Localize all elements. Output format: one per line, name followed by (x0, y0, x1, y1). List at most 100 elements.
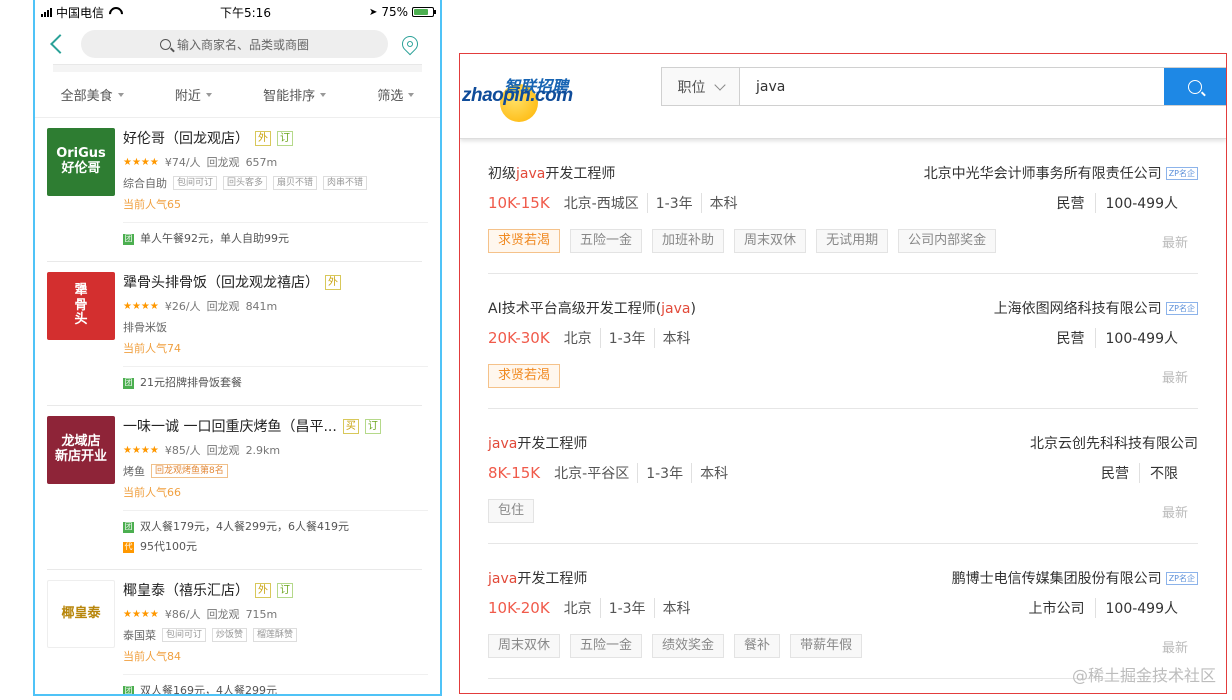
deal-item[interactable]: 团双人餐179元，4人餐299元，6人餐419元 (123, 517, 428, 537)
job-item[interactable]: AI技术平台高级开发工程师(java) 上海依图网络科技有限公司 ZP名企 20K-3… (488, 274, 1198, 409)
job-item[interactable]: 初级java开发工程师 北京中光华会计师事务所有限责任公司 ZP名企 10K-15K 北… (488, 139, 1198, 274)
company-name: 鹏博士电信传媒集团股份有限公司 (951, 571, 1162, 587)
company-meta-item: 民营 (1056, 331, 1085, 347)
job-tag: 求贤若渴 (488, 229, 561, 253)
back-icon[interactable] (50, 34, 70, 54)
job-item[interactable]: java开发工程师 鹏博士电信传媒集团股份有限公司 ZP名企 10K-20K 北京 1-3… (488, 544, 1198, 679)
salary: 8K-15K (488, 464, 541, 482)
newest-label: 最新 (1161, 236, 1188, 251)
shop-meta: ★★★★ ¥26/人 回龙观 841m (123, 298, 428, 314)
company-name: 北京中光华会计师事务所有限责任公司 (923, 166, 1162, 182)
shop-price: ¥85/人 (164, 444, 201, 457)
company-name: 上海依图网络科技有限公司 (993, 301, 1162, 317)
shop-tag: 榴莲酥赞 (253, 628, 298, 642)
search-category-select[interactable]: 职位 (662, 68, 740, 105)
job-title[interactable]: 初级java开发工程师 (488, 163, 615, 183)
zhaopin-logo[interactable]: 智联招聘 zhaopin.com (460, 54, 660, 124)
filter-3[interactable]: 筛选 (377, 85, 415, 104)
location-arrow-icon: ➤ (368, 6, 378, 18)
company-name-row[interactable]: 鹏博士电信传媒集团股份有限公司 ZP名企 (952, 568, 1198, 588)
map-pin-icon[interactable] (398, 32, 422, 56)
filter-1[interactable]: 附近 (175, 85, 212, 104)
deal-item[interactable]: 团 21元招牌排骨饭套餐 (123, 373, 428, 393)
shop-name-row: 犟骨头排骨饭（回龙观龙禧店） 外 (123, 272, 428, 292)
company-name-row[interactable]: 北京中光华会计师事务所有限责任公司 ZP名企 (924, 163, 1198, 183)
job-search-panel: 智联招聘 zhaopin.com 职位 java 初级java开发工程师 北京中光… (459, 53, 1227, 694)
job-search-bar: 职位 java (661, 67, 1226, 106)
shop-tag: 扇贝不错 (273, 176, 318, 190)
job-tags: 周末双休 五险一金 绩效奖金 餐补 带薪年假 (488, 634, 863, 658)
company-meta-item: 100-499人 (1094, 193, 1189, 213)
job-search-input[interactable]: java (740, 68, 1164, 105)
shop-name-row: 好伦哥（回龙观店） 外订 (123, 128, 428, 148)
shop-distance: 2.9km (245, 443, 281, 457)
job-title[interactable]: java开发工程师 (488, 568, 587, 588)
shop-distance: 841m (245, 299, 278, 313)
shop-item[interactable]: 椰皇泰 椰皇泰（禧乐汇店） 外订 ★★★★ ¥86/人 回龙观 715m 泰国菜 包间可订 炒饭赞… (35, 570, 440, 695)
title-prefix: AI技术平台高级开发工程师( (488, 301, 662, 317)
job-details: 8K-15K 北京-平谷区 1-3年 本科 (488, 463, 736, 483)
shop-distance: 715m (245, 607, 278, 621)
query-text: java (756, 78, 786, 95)
job-title[interactable]: java开发工程师 (488, 433, 587, 453)
shop-popularity: 当前人气65 (123, 198, 181, 211)
wifi-icon (108, 7, 122, 17)
deal-text: 21元招牌排骨饭套餐 (140, 376, 242, 389)
shop-tag: 肉串不错 (323, 176, 368, 190)
job-item[interactable]: java开发工程师 北京云创先科科技有限公司 8K-15K 北京-平谷区 1-3年 本科 民… (488, 409, 1198, 544)
shop-info: 犟骨头排骨饭（回龙观龙禧店） 外 ★★★★ ¥26/人 回龙观 841m 排骨米饭 当前人气7… (123, 262, 428, 399)
filter-label: 附近 (174, 89, 201, 104)
company-meta-item: 不限 (1139, 463, 1188, 483)
shop-badge: 订 (364, 418, 381, 434)
status-bar: 中国电信 下午5:16 ➤ 75% (35, 0, 440, 24)
shop-category: 综合自助 (123, 177, 167, 190)
shop-badge: 订 (277, 130, 293, 146)
shop-price: ¥26/人 (164, 300, 201, 313)
filter-0[interactable]: 全部美食 (61, 85, 124, 104)
job-list: 初级java开发工程师 北京中光华会计师事务所有限责任公司 ZP名企 10K-15K 北… (460, 139, 1226, 679)
group-buy-icon: 团 (123, 685, 134, 695)
company-meta: 民营 100-499人 (1047, 193, 1189, 213)
shop-category-row: 综合自助 包间可订 回头客多 扇贝不错 肉串不错 (123, 175, 428, 191)
title-keyword: java (488, 571, 518, 587)
shop-meta: ★★★★ ¥85/人 回龙观 2.9km (123, 442, 428, 458)
shop-item[interactable]: 龙域店 新店开业 一味一诚 一口回重庆烤鱼（昌平... 买订 ★★★★ ¥85/人 回龙观… (35, 406, 440, 563)
filter-2[interactable]: 智能排序 (263, 85, 327, 104)
shop-name: 一味一诚 一口回重庆烤鱼（昌平... (123, 419, 337, 435)
shop-price: ¥74/人 (164, 156, 201, 169)
job-detail: 北京-西城区 (563, 196, 639, 212)
salary: 20K-30K (488, 329, 550, 347)
job-detail: 1-3年 (599, 598, 654, 618)
job-tag: 五险一金 (570, 229, 643, 253)
company-name-row[interactable]: 北京云创先科科技有限公司 (1030, 433, 1198, 453)
title-keyword: java (516, 166, 546, 182)
deal-text: 双人餐179元，4人餐299元，6人餐419元 (140, 520, 349, 533)
search-icon (159, 38, 171, 50)
shop-category: 泰国菜 (123, 629, 156, 642)
title-suffix: 开发工程师 (545, 166, 616, 182)
shop-deals: 团单人午餐92元，单人自助99元 (123, 222, 428, 255)
shop-item[interactable]: OriGus 好伦哥 好伦哥（回龙观店） 外订 ★★★★ ¥74/人 回龙观 657m 综合自… (35, 118, 440, 255)
deal-item[interactable]: 代 95代100元 (123, 537, 428, 557)
filter-label: 全部美食 (60, 89, 113, 104)
deal-item[interactable]: 团单人午餐92元，单人自助99元 (123, 229, 428, 249)
company-name-row[interactable]: 上海依图网络科技有限公司 ZP名企 (994, 298, 1198, 318)
search-button[interactable] (1164, 68, 1226, 105)
shop-thumbnail: OriGus 好伦哥 (47, 128, 115, 196)
newest-label: 最新 (1161, 506, 1188, 521)
shop-search-input[interactable]: 输入商家名、品类或商圈 (81, 30, 388, 58)
shop-name: 犟骨头排骨饭（回龙观龙禧店） (123, 275, 319, 291)
shop-tag: 回龙观烤鱼第8名 (151, 464, 228, 478)
shop-area: 回龙观 (206, 444, 240, 457)
job-tag: 周末双休 (488, 634, 561, 658)
rating-stars-icon: ★★★★ (123, 156, 159, 168)
title-keyword: java (661, 301, 691, 317)
job-tag: 绩效奖金 (652, 634, 725, 658)
shop-name: 好伦哥（回龙观店） (123, 131, 249, 147)
job-tags: 包住 (488, 499, 535, 523)
deal-item[interactable]: 团双人餐169元，4人餐299元 (123, 681, 428, 695)
title-suffix: ) (690, 301, 696, 317)
zp-badge: ZP名企 (1165, 301, 1198, 315)
job-title[interactable]: AI技术平台高级开发工程师(java) (488, 298, 696, 318)
shop-item[interactable]: 犟 骨 头 犟骨头排骨饭（回龙观龙禧店） 外 ★★★★ ¥26/人 回龙观 841m 排骨米饭… (35, 262, 440, 399)
